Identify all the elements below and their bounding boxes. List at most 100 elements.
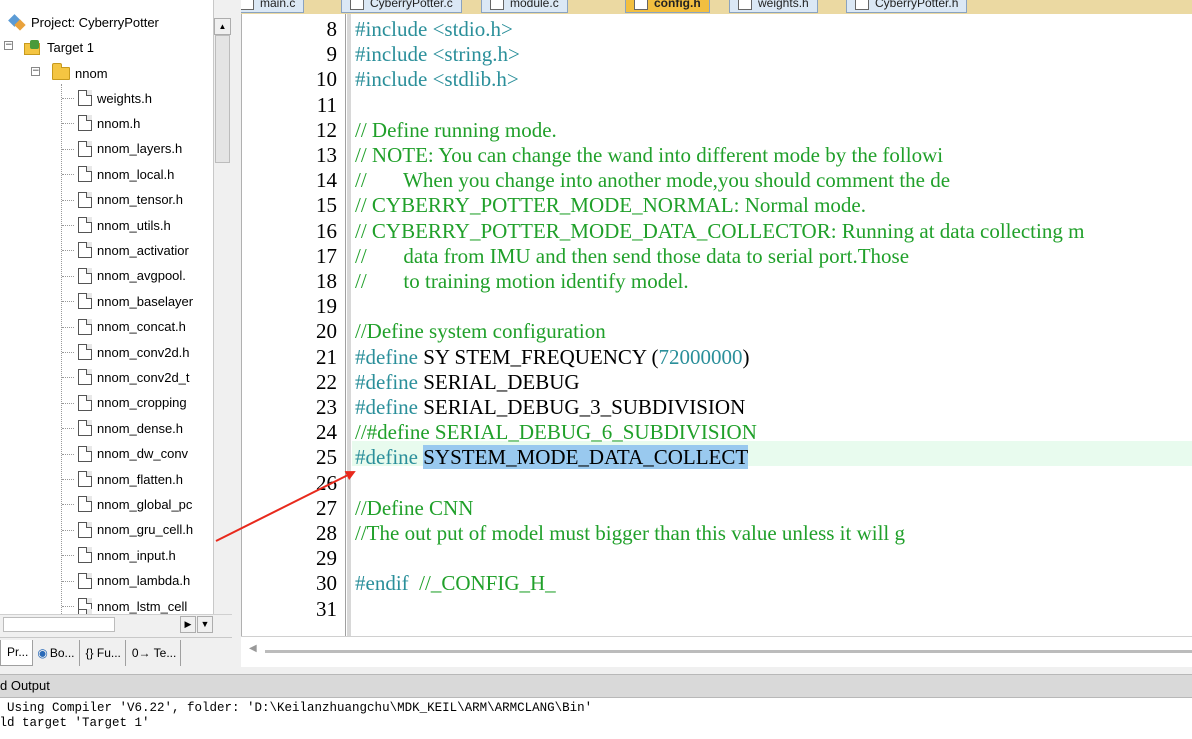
tree-horizontal-scrollbar[interactable]: ▶ ▼ [0,614,232,634]
tree-file[interactable]: nnom_local.h [78,162,174,186]
tree-file[interactable]: nnom_conv2d.h [78,340,190,364]
tree-guide-line [61,84,62,614]
collapse-target-icon[interactable]: − [4,41,13,50]
code-token: #define [355,344,418,369]
tree-file[interactable]: nnom_baselayer [78,289,193,313]
tree-item-label: nnom_avgpool. [97,268,186,284]
code-line[interactable]: // When you change into another mode,you… [355,168,950,193]
code-line[interactable]: // CYBERRY_POTTER_MODE_DATA_COLLECTOR: R… [355,219,1084,244]
code-token: //Define CNN [355,495,474,520]
tree-file[interactable]: nnom_concat.h [78,315,186,339]
code-line[interactable]: #include <stdio.h> [355,17,513,42]
tree-file[interactable]: nnom_lambda.h [78,569,190,593]
editor-tab-strip: main.c CyberryPotter.c module.c config.h wei… [241,0,1192,14]
tree-guide-line [62,148,74,150]
code-line[interactable]: // NOTE: You can change the wand into di… [355,143,943,168]
tree-file[interactable]: nnom_layers.h [78,137,182,161]
tree-file[interactable]: nnom_avgpool. [78,264,186,288]
tree-file[interactable]: nnom_input.h [78,543,176,567]
panel-tab[interactable]: 0→ Te... [126,639,182,666]
output-line: * Using Compiler 'V6.22', folder: 'D:\Ke… [0,701,593,715]
scroll-up-arrow-icon[interactable]: ▲ [214,18,231,35]
tree-file[interactable]: nnom_tensor.h [78,188,183,212]
code-token: SERIAL_DEBUG_3_SUBDIVISION [417,395,746,419]
line-number: 17 [316,243,337,268]
tree-file[interactable]: nnom_dw_conv [78,442,188,466]
tree-file[interactable]: nnom_lstm_cell [78,594,187,614]
tree-item-label: nnom_input.h [97,547,176,563]
tree-file[interactable]: nnom_flatten.h [78,467,183,491]
code-line[interactable]: //The out put of model must bigger than … [355,521,905,546]
editor-tab[interactable]: main.c [241,0,305,13]
file-icon [78,420,92,437]
tree-item-label: nnom_activatior [97,242,189,258]
code-token: //_CONFIG_H_ [419,571,556,596]
tree-file[interactable]: nnom_global_pc [78,492,192,516]
editor-horizontal-scrollbar[interactable]: ◀ [241,636,1192,667]
tree-file[interactable]: nnom_utils.h [78,213,171,237]
code-line[interactable]: #define SY STEM_FREQUENCY (72000000) [355,345,750,370]
scroll-left-arrow-icon[interactable]: ◀ [249,643,257,654]
tree-item-label: nnom.h [97,115,141,131]
build-output-pane[interactable]: * Using Compiler 'V6.22', folder: 'D:\Ke… [0,698,1192,739]
tree-file[interactable]: nnom_gru_cell.h [78,518,193,542]
tree-file[interactable]: nnom.h [78,111,140,135]
code-line[interactable]: // CYBERRY_POTTER_MODE_NORMAL: Normal mo… [355,193,866,218]
collapse-folder-icon[interactable]: − [31,67,40,76]
tree-file[interactable]: nnom_cropping [78,391,187,415]
editor-tab[interactable]: config.h [625,0,710,13]
tree-target[interactable]: Target 1 [24,35,94,59]
scroll-right-arrow-icon[interactable]: ▶ [180,616,196,633]
code-line[interactable]: // to training motion identify model. [355,269,689,294]
scroll-track[interactable] [3,617,115,632]
line-number: 21 [316,344,337,369]
code-line[interactable]: #include <stdlib.h> [355,67,519,92]
code-token: 72000000 [658,344,743,369]
tree-guide-line [62,123,74,125]
editor-tab[interactable]: CyberryPotter.h [846,0,968,13]
tree-item-label: nnom_concat.h [97,319,186,335]
editor-tab[interactable]: module.c [481,0,568,13]
code-line[interactable]: // Define running mode. [355,118,557,143]
code-line[interactable]: //Define system configuration [355,319,606,344]
tree-item-label: nnom_lstm_cell [97,598,188,614]
tree-folder[interactable]: nnom [52,61,108,85]
code-line[interactable]: #define SERIAL_DEBUG [355,370,580,395]
code-token: #include [355,67,433,92]
code-line[interactable]: #define SYSTEM_MODE_DATA_COLLECT [355,445,749,470]
tree-item-label: nnom_flatten.h [97,471,184,487]
file-icon [78,394,92,411]
scroll-thumb[interactable] [215,35,230,163]
panel-tab-label: {} Fu... [85,645,121,660]
tree-file[interactable]: nnom_conv2d_t [78,365,190,389]
line-number: 16 [316,218,337,243]
file-icon [78,369,92,386]
tree-vertical-scrollbar[interactable]: ▲ [214,18,231,614]
code-line[interactable]: //Define CNN [355,496,473,521]
code-line[interactable]: #define SERIAL_DEBUG_3_SUBDIVISION [355,395,745,420]
target-icon [24,40,42,55]
tree-file[interactable]: weights.h [78,86,152,110]
code-line[interactable]: #endif //_CONFIG_H_ [355,571,556,596]
panel-tab[interactable]: {} Fu... [80,639,126,666]
panel-tab[interactable]: ◉ Bo... [33,639,80,666]
panel-splitter[interactable] [232,0,241,667]
tree-guide-line [62,98,74,99]
tree-file[interactable]: nnom_activatior [78,238,189,262]
scroll-down-arrow-icon[interactable]: ▼ [197,616,213,633]
code-token: // NOTE: You can change the wand into di… [355,143,944,167]
panel-tab[interactable]: Pr... [0,639,34,666]
code-line[interactable]: // data from IMU and then send those dat… [355,244,909,269]
scroll-thumb[interactable] [265,650,1192,653]
tree-project[interactable]: Project: CyberryPotter [8,10,159,34]
code-editor[interactable]: 8 9 10 11 12 13 14 15 16 17 18 19 20 21 22 23 24 25 26 27 28… [241,14,1192,636]
line-number: 14 [316,168,337,193]
line-number: 19 [316,294,337,319]
editor-tab[interactable]: CyberryPotter.c [341,0,462,13]
line-number: 31 [316,596,337,621]
tree-file[interactable]: nnom_dense.h [78,416,183,440]
code-line[interactable]: //#define SERIAL_DEBUG_6_SUBDIVISION [355,420,757,445]
tree-file-partial [78,605,92,614]
editor-tab[interactable]: weights.h [729,0,818,13]
code-line[interactable]: #include <string.h> [355,42,520,67]
